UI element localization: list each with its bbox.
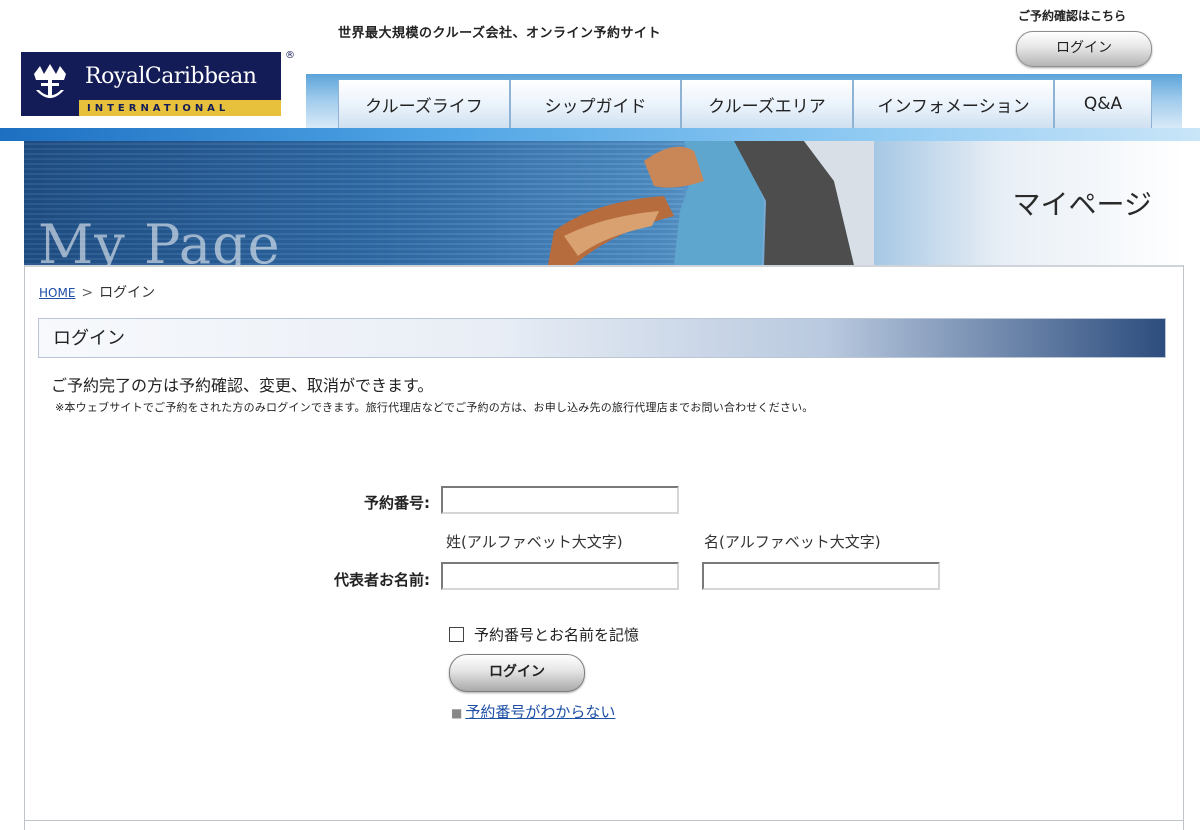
bullet-icon: ■: [451, 706, 463, 720]
section-description: ご予約完了の方は予約確認、変更、取消ができます。: [51, 376, 434, 395]
crown-anchor-icon: [21, 52, 79, 116]
breadcrumb-home-link[interactable]: HOME: [39, 286, 75, 300]
mypage-banner: My Page マイページ: [24, 141, 1184, 267]
forgot-reservation: ■ 予約番号がわからない: [451, 701, 615, 722]
logo-brand-sub: INTERNATIONAL: [79, 100, 281, 116]
breadcrumb-current: ログイン: [99, 285, 156, 301]
page-title: マイページ: [1012, 188, 1152, 221]
first-name-input[interactable]: [702, 562, 940, 590]
content-border-right: [1183, 265, 1184, 830]
royal-caribbean-logo[interactable]: RoyalCaribbean INTERNATIONAL: [21, 52, 281, 116]
reservation-number-label: 予約番号:: [364, 494, 430, 512]
banner-bg-text: My Page: [38, 213, 281, 267]
reservation-confirm-text: ご予約確認はこちら: [1018, 9, 1127, 23]
last-name-caption: 姓(アルファベット大文字): [446, 533, 623, 551]
header-stripe: [0, 128, 1200, 141]
remember-checkbox[interactable]: [449, 627, 464, 642]
nav-item-cruise-life[interactable]: クルーズライフ: [338, 80, 510, 128]
section-heading: ログイン: [38, 318, 1166, 358]
nav-item-cruise-area[interactable]: クルーズエリア: [681, 80, 853, 128]
first-name-caption: 名(アルファベット大文字): [704, 533, 881, 551]
remember-label[interactable]: 予約番号とお名前を記憶: [474, 624, 639, 645]
breadcrumb: HOME > ログイン: [39, 282, 155, 302]
content-border-left: [24, 265, 25, 830]
nav-item-information[interactable]: インフォメーション: [853, 80, 1054, 128]
header-login-button[interactable]: ログイン: [1016, 31, 1152, 67]
content-border-bottom: [24, 820, 1184, 821]
banner-photo-figure: [548, 141, 874, 265]
remember-option[interactable]: 予約番号とお名前を記憶: [449, 624, 639, 645]
representative-name-label: 代表者お名前:: [334, 571, 430, 589]
reservation-number-input[interactable]: [441, 486, 679, 514]
breadcrumb-separator: >: [81, 285, 94, 301]
registered-mark: ®: [285, 50, 295, 61]
nav-item-ship-guide[interactable]: シップガイド: [510, 80, 681, 128]
last-name-input[interactable]: [441, 562, 679, 590]
login-button[interactable]: ログイン: [449, 654, 585, 692]
logo-brand-name: RoyalCaribbean: [85, 63, 257, 89]
nav-item-qa[interactable]: Q&A: [1054, 80, 1152, 128]
site-tagline: 世界最大規模のクルーズ会社、オンライン予約サイト: [338, 26, 661, 41]
forgot-reservation-link[interactable]: 予約番号がわからない: [465, 703, 615, 721]
section-note: ※本ウェブサイトでご予約をされた方のみログインできます。旅行代理店などでご予約の…: [55, 401, 814, 414]
